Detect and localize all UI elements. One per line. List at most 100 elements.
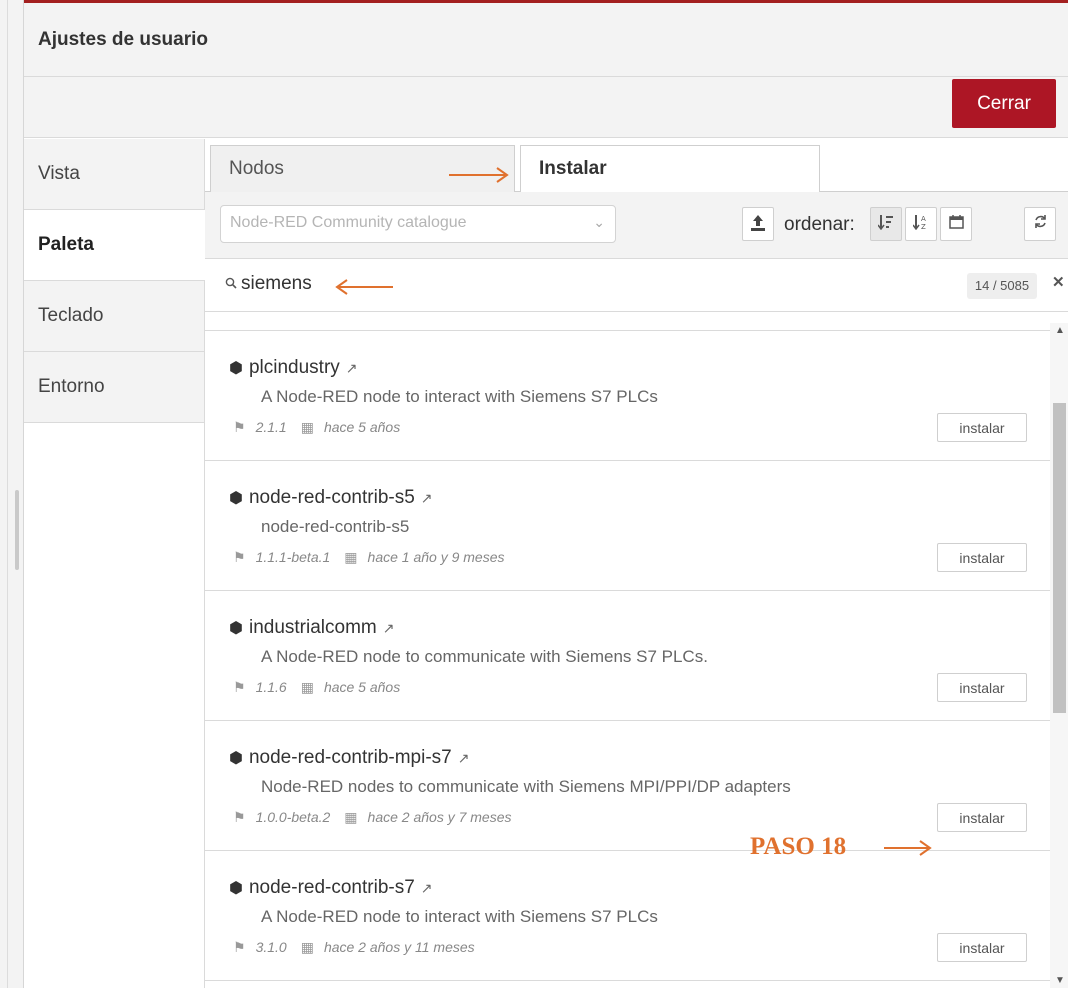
scroll-up-icon[interactable]: ▲ [1055,325,1065,336]
package-version: 3.1.0 [255,939,287,955]
sidebar-item-teclado[interactable]: Teclado [24,281,205,352]
package-list: ⬢ plcindustry ↗ A Node-RED node to interac… [205,323,1068,988]
clear-search-icon[interactable]: ✕ [1052,273,1065,291]
package-meta: ⚑ 2.1.1 ▦ hace 5 años [233,419,400,436]
package-name-text: node-red-contrib-s5 [248,487,415,508]
divider [7,0,8,988]
install-button[interactable]: instalar [937,543,1027,572]
package-description: A Node-RED node to interact with Siemens… [261,907,658,926]
sort-alpha-button[interactable]: A Z [905,207,937,241]
package-updated: hace 1 año y 9 meses [367,549,505,565]
package-name[interactable]: ⬢ node-red-contrib-mpi-s7 ↗ [229,747,469,769]
package-updated: hace 2 años y 11 meses [323,939,475,955]
svg-text:A: A [921,215,926,223]
install-button[interactable]: instalar [937,803,1027,832]
package-icon: ⬢ [229,490,243,507]
install-button[interactable]: instalar [937,673,1027,702]
step-annotation-label: PASO 18 [750,833,847,860]
package-version: 1.1.6 [255,679,287,695]
external-link-icon[interactable]: ↗ [383,620,395,636]
tag-icon: ⚑ [233,549,246,565]
package-updated: hace 2 años y 7 meses [367,809,512,825]
package-meta: ⚑ 1.1.6 ▦ hace 5 años [233,679,400,696]
catalogue-select[interactable]: Node-RED Community catalogue ⌄ [220,205,616,243]
screen: Ajustes de usuario Cerrar Vista Paleta T… [0,0,1068,988]
sidebar-item-paleta[interactable]: Paleta [24,210,205,281]
package-name[interactable]: ⬢ industrialcomm ↗ [229,617,394,639]
svg-text:Z: Z [921,223,926,230]
package-name-text: plcindustry [248,357,340,378]
list-item: ⬢ industrialcomm ↗ A Node-RED node to comm… [205,591,1050,721]
sort-alpha-icon: A Z [912,215,926,231]
search-bar[interactable]: siemens 14 / 5085 ✕ [205,259,1068,312]
upload-icon [751,215,765,231]
chevron-down-icon: ⌄ [593,214,605,230]
upload-button[interactable] [742,207,774,241]
external-link-icon[interactable]: ↗ [346,360,358,376]
calendar-icon: ▦ [300,939,314,955]
install-button[interactable]: instalar [937,933,1027,962]
package-name-text: node-red-contrib-mpi-s7 [248,747,452,768]
catalogue-value: Node-RED Community catalogue [230,214,467,231]
calendar-icon: ▦ [300,679,314,695]
install-button[interactable]: instalar [937,413,1027,442]
sort-label: ordenar: [784,214,855,235]
external-link-icon[interactable]: ↗ [421,880,433,896]
tag-icon: ⚑ [233,679,246,695]
package-version: 1.0.0-beta.2 [255,809,331,825]
search-icon [225,276,237,293]
list-item: ⬢ node-red-contrib-mpi-s7 ↗ Node-RED nodes… [205,721,1050,851]
package-icon: ⬢ [229,880,243,897]
package-name[interactable]: ⬢ node-red-contrib-s7 ↗ [229,877,433,899]
list-item: ⬢ node-red-contrib-s5 ↗ node-red-contrib-s… [205,461,1050,591]
list-item: ⬢ plcindustry ↗ A Node-RED node to interac… [205,331,1050,461]
refresh-button[interactable] [1024,207,1056,241]
tray-toolbar: Cerrar [24,77,1068,138]
package-icon: ⬢ [229,620,243,637]
package-name-text: node-red-contrib-s7 [248,877,415,898]
tab-instalar[interactable]: Instalar [520,145,820,193]
sidebar-item-vista[interactable]: Vista [24,139,205,210]
tray-title: Ajustes de usuario [24,3,1068,77]
package-meta: ⚑ 1.1.1-beta.1 ▦ hace 1 año y 9 meses [233,549,505,566]
sort-relevance-icon [877,215,893,231]
calendar-icon [948,215,964,229]
close-button[interactable]: Cerrar [952,79,1056,128]
refresh-icon [1034,215,1046,228]
step-annotation-arrow [884,840,932,856]
calendar-icon: ▦ [300,419,314,435]
package-updated: hace 5 años [323,679,401,695]
list-item: ⬢ node-red-contrib-s7 ↗ A Node-RED node to… [205,851,1050,981]
package-description: Node-RED nodes to communicate with Sieme… [261,777,791,796]
package-name[interactable]: ⬢ plcindustry ↗ [229,357,358,379]
filter-bar: Node-RED Community catalogue ⌄ ordenar: [205,192,1068,259]
package-description: A Node-RED node to communicate with Siem… [261,647,708,666]
package-icon: ⬢ [229,360,243,377]
search-input[interactable]: siemens [241,273,312,295]
external-link-icon[interactable]: ↗ [421,490,433,506]
sidebar-item-entorno[interactable]: Entorno [24,352,205,423]
list-top-divider [205,323,1068,331]
results-count-badge: 14 / 5085 [967,273,1037,299]
package-meta: ⚑ 3.1.0 ▦ hace 2 años y 11 meses [233,939,475,956]
sort-date-button[interactable] [940,207,972,241]
sort-relevance-button[interactable] [870,207,902,241]
package-version: 2.1.1 [255,419,287,435]
resize-handle[interactable] [15,490,19,570]
workspace-edge [0,0,24,988]
package-description: node-red-contrib-s5 [261,517,410,536]
scroll-thumb[interactable] [1053,403,1066,713]
package-name[interactable]: ⬢ node-red-contrib-s5 ↗ [229,487,433,509]
scroll-down-icon[interactable]: ▼ [1055,975,1065,986]
tag-icon: ⚑ [233,809,246,825]
annotation-arrow-left [335,279,393,295]
list-scrollbar[interactable]: ▲ ▼ [1050,323,1068,988]
tag-icon: ⚑ [233,939,246,955]
palette-panel: Nodos Instalar Node-RED Community catalo… [205,139,1068,988]
calendar-icon: ▦ [344,809,358,825]
package-updated: hace 5 años [323,419,401,435]
external-link-icon[interactable]: ↗ [458,750,470,766]
package-version: 1.1.1-beta.1 [255,549,331,565]
sidebar-filler [24,423,205,988]
package-description: A Node-RED node to interact with Siemens… [261,387,658,406]
